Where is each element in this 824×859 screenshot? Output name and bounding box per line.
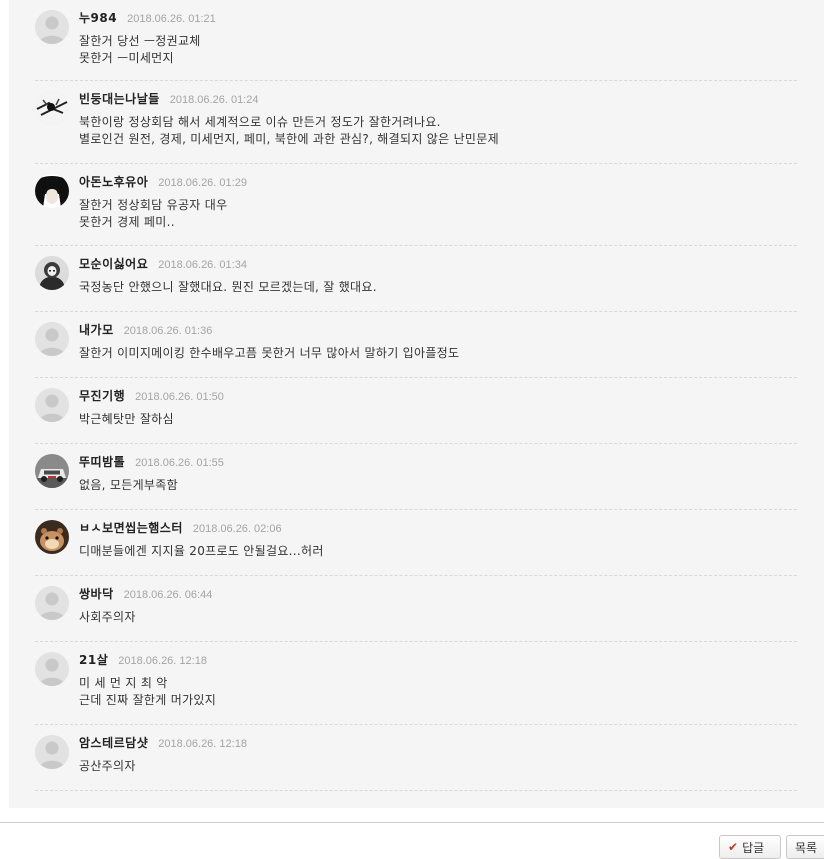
default-avatar-icon[interactable] (35, 10, 69, 44)
comment-date: 2018.06.26. 06:44 (123, 589, 213, 601)
comment-date: 2018.06.26. 01:24 (169, 94, 259, 106)
dark-hair-avatar-icon[interactable] (35, 174, 69, 208)
comment-item: 뚜띠밤톨 2018.06.26. 01:55 없음, 모든게부족함 (35, 444, 797, 510)
comment-date: 2018.06.26. 12:18 (158, 738, 247, 750)
comment-list: 누984 2018.06.26. 01:21 잘한거 당선 ㅡ정권교체 못한거 ㅡ미… (9, 0, 824, 808)
comment-date: 2018.06.26. 01:36 (123, 325, 213, 337)
list-button-label: 목록 (795, 840, 818, 855)
sketch-avatar-icon[interactable] (35, 91, 69, 125)
car-avatar-icon[interactable] (35, 454, 69, 488)
comment-body: 공산주의자 (79, 759, 136, 773)
comment-body: 잘한거 정상회담 유공자 대우 못한거 경제 페미.. (79, 198, 228, 229)
comment-nickname[interactable]: 쌍바닥 (79, 587, 114, 601)
comment-item: 암스테르담샷 2018.06.26. 12:18 공산주의자 (35, 725, 797, 791)
comment-date: 2018.06.26. 01:55 (135, 457, 224, 469)
comment-body: 사회주의자 (79, 610, 136, 624)
comment-date: 2018.06.26. 01:21 (127, 13, 216, 25)
comment-nickname[interactable]: 암스테르담샷 (79, 736, 148, 750)
comment-body: 국정농단 안했으니 잘했대요. 뭔진 모르겠는데, 잘 했대요. (79, 280, 377, 294)
comment-nickname[interactable]: 21살 (79, 653, 108, 667)
comment-body: 없음, 모든게부족함 (79, 478, 178, 492)
default-avatar-icon[interactable] (35, 735, 69, 769)
comment-date: 2018.06.26. 01:29 (158, 177, 247, 189)
comment-item: 빈둥대는나날들 2018.06.26. 01:24 북한이랑 정상회담 해서 세계… (35, 81, 797, 164)
comment-body: 박근혜탓만 잘하심 (79, 412, 174, 426)
comment-item: 모순이싫어요 2018.06.26. 01:34 국정농단 안했으니 잘했대요. … (35, 246, 797, 312)
comment-nickname[interactable]: 빈둥대는나날들 (79, 92, 160, 106)
comment-item: 내가모 2018.06.26. 01:36 잘한거 이미지메이킹 한수배우고픔 못… (35, 312, 797, 378)
comment-body: 잘한거 당선 ㅡ정권교체 못한거 ㅡ미세먼지 (79, 34, 201, 65)
comment-date: 2018.06.26. 01:50 (135, 391, 224, 403)
comment-body: 미 세 먼 지 최 악 근데 진짜 잘한게 머가있지 (79, 676, 217, 707)
comment-item: 쌍바닥 2018.06.26. 06:44 사회주의자 (35, 576, 797, 642)
footer-divider (0, 822, 824, 823)
comment-nickname[interactable]: ㅂㅅ보면씹는햄스터 (79, 521, 183, 535)
comment-item: 누984 2018.06.26. 01:21 잘한거 당선 ㅡ정권교체 못한거 ㅡ미… (35, 0, 797, 81)
reply-button-label: 답글 (742, 840, 765, 855)
comment-body: 북한이랑 정상회담 해서 세계적으로 이슈 만든거 정도가 잘한거려나요. 별로인… (79, 115, 499, 146)
comment-nickname[interactable]: 모순이싫어요 (79, 257, 148, 271)
comment-nickname[interactable]: 무진기행 (79, 389, 125, 403)
comment-item: 아돈노후유아 2018.06.26. 01:29 잘한거 정상회담 유공자 대우 못… (35, 164, 797, 246)
default-avatar-icon[interactable] (35, 652, 69, 686)
comment-body: 잘한거 이미지메이킹 한수배우고픔 못한거 너무 많아서 말하기 입아플정도 (79, 346, 460, 360)
comment-item: ㅂㅅ보면씹는햄스터 2018.06.26. 02:06 디매분들에겐 지지율 20… (35, 510, 797, 576)
reply-button[interactable]: ✔ 답글 (719, 835, 781, 859)
comment-date: 2018.06.26. 02:06 (192, 523, 282, 535)
comment-nickname[interactable]: 누984 (79, 11, 117, 25)
comment-item: 21살 2018.06.26. 12:18 미 세 먼 지 최 악 근데 진짜 잘한… (35, 642, 797, 725)
comment-body: 디매분들에겐 지지율 20프로도 안될걸요...허러 (79, 544, 324, 558)
comment-date: 2018.06.26. 12:18 (118, 655, 207, 667)
comment-item: 무진기행 2018.06.26. 01:50 박근혜탓만 잘하심 (35, 378, 797, 444)
hooded-figure-avatar-icon[interactable] (35, 256, 69, 290)
comment-date: 2018.06.26. 01:34 (158, 259, 247, 271)
default-avatar-icon[interactable] (35, 322, 69, 356)
list-button[interactable]: 목록 (786, 835, 824, 859)
default-avatar-icon[interactable] (35, 586, 69, 620)
comment-nickname[interactable]: 뚜띠밤톨 (79, 455, 125, 469)
hamster-avatar-icon[interactable] (35, 520, 69, 554)
comment-nickname[interactable]: 내가모 (79, 323, 114, 337)
default-avatar-icon[interactable] (35, 388, 69, 422)
comment-nickname[interactable]: 아돈노후유아 (79, 175, 148, 189)
